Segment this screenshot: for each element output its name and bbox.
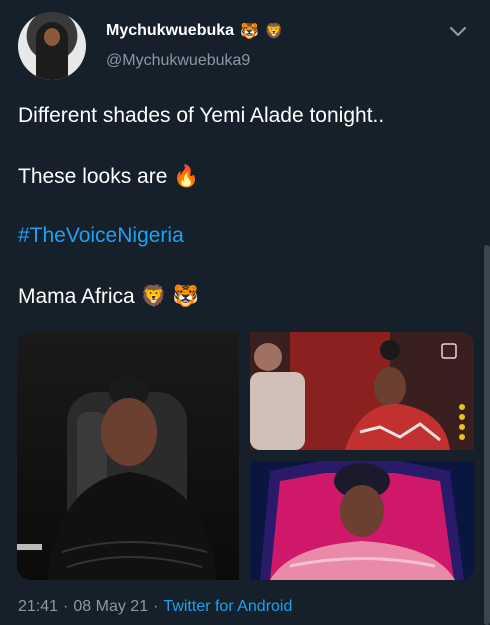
photo-3[interactable] <box>250 461 474 580</box>
tweet-line-4-text: Mama Africa <box>18 285 135 308</box>
source-link[interactable]: Twitter for Android <box>163 598 292 616</box>
name-row: Mychukwuebuka 🐯 🦁 <box>106 22 283 40</box>
media-grid <box>17 332 474 580</box>
media-divider <box>250 450 474 461</box>
hashtag-link[interactable]: #TheVoiceNigeria <box>18 224 184 248</box>
avatar[interactable] <box>18 12 86 80</box>
tweet-meta: 21:41 · 08 May 21 · Twitter for Android <box>18 598 292 616</box>
lion-emoji-icon: 🦁 <box>264 22 284 40</box>
tweet-header: Mychukwuebuka 🐯 🦁 @Mychukwuebuka9 <box>0 0 490 90</box>
lion-emoji-icon: 🦁 <box>140 284 167 308</box>
display-name[interactable]: Mychukwuebuka <box>106 22 234 40</box>
tweet-line-2: These looks are 🔥 <box>18 164 199 189</box>
tweet-time: 21:41 <box>18 598 59 615</box>
user-handle[interactable]: @Mychukwuebuka9 <box>106 52 250 70</box>
chevron-down-icon[interactable] <box>448 22 468 42</box>
tweet-line-2-text: These looks are <box>18 165 168 188</box>
tiger-emoji-icon: 🐯 <box>172 284 199 308</box>
meta-separator: · <box>153 598 159 615</box>
photo-2[interactable] <box>250 332 474 450</box>
fire-emoji-icon: 🔥 <box>173 164 200 188</box>
tweet-date: 08 May 21 <box>73 598 149 615</box>
meta-separator: · <box>63 598 69 615</box>
tweet-line-4: Mama Africa 🦁 🐯 <box>18 284 199 309</box>
avatar-face <box>44 28 60 46</box>
tiger-emoji-icon: 🐯 <box>240 22 259 40</box>
scrollbar[interactable] <box>484 245 490 625</box>
media-divider <box>239 332 250 580</box>
tweet-line-1: Different shades of Yemi Alade tonight.. <box>18 104 385 127</box>
photo-1[interactable] <box>17 332 239 580</box>
